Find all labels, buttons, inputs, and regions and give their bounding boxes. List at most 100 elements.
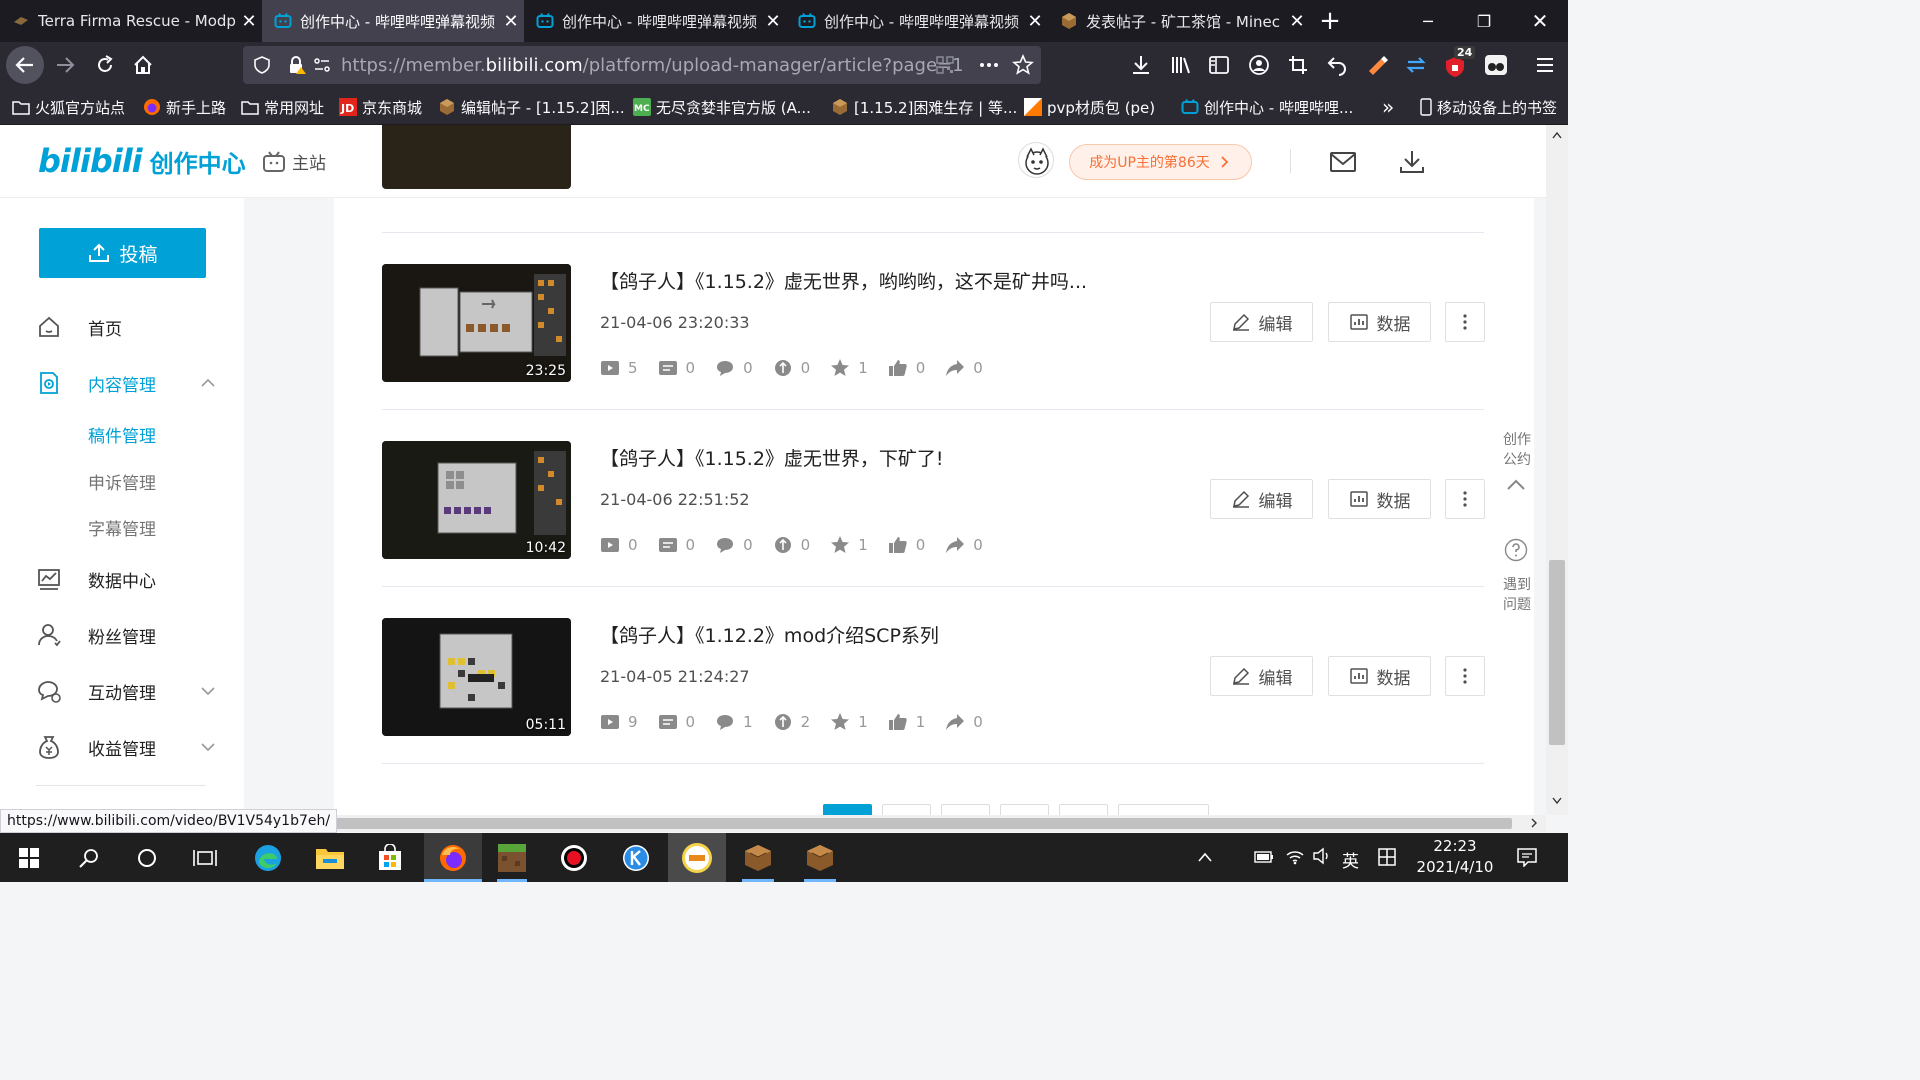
video-title[interactable]: 【鸽子人】《1.12.2》mod介绍SCP系列 bbox=[600, 621, 939, 648]
submenu-subtitle[interactable]: 字幕管理 bbox=[88, 515, 156, 540]
data-button[interactable]: 数据 bbox=[1328, 656, 1431, 696]
launcher-app[interactable] bbox=[680, 841, 714, 875]
url-text[interactable]: https://member.bilibili.com/platform/upl… bbox=[341, 55, 964, 76]
video-thumbnail[interactable]: 10:42 bbox=[382, 441, 571, 559]
sidebar-item-content[interactable]: 内容管理 bbox=[36, 368, 216, 398]
more-button[interactable] bbox=[1445, 479, 1485, 519]
help-link[interactable]: 遇到 问题 bbox=[1500, 575, 1534, 615]
tab-bilibili-active[interactable]: 创作中心 - 哔哩哔哩弹幕视频 ✕ bbox=[262, 0, 524, 42]
more-button[interactable] bbox=[1445, 302, 1485, 342]
bookmark-common-sites[interactable]: 常用网址 bbox=[241, 96, 324, 118]
pagination-current[interactable] bbox=[823, 804, 872, 815]
sidebar-toggle-icon[interactable] bbox=[1208, 54, 1230, 76]
wifi-icon[interactable] bbox=[1285, 847, 1305, 865]
submenu-appeal[interactable]: 申诉管理 bbox=[88, 469, 156, 494]
crafting-app-1[interactable] bbox=[741, 841, 775, 875]
battery-icon[interactable] bbox=[1254, 849, 1274, 865]
close-icon[interactable]: ✕ bbox=[1022, 11, 1048, 32]
task-view-button[interactable] bbox=[188, 841, 222, 875]
back-button[interactable] bbox=[6, 46, 44, 84]
minimize-button[interactable]: ─ bbox=[1400, 0, 1456, 42]
forward-button[interactable] bbox=[48, 48, 82, 82]
video-title[interactable]: 【鸽子人】《1.15.2》虚无世界，哟哟哟，这不是矿井吗... bbox=[600, 267, 1087, 294]
close-icon[interactable]: ✕ bbox=[1284, 11, 1310, 32]
new-tab-button[interactable]: + bbox=[1310, 0, 1350, 42]
system-clock[interactable]: 22:23 2021/4/10 bbox=[1415, 836, 1495, 878]
ime-language[interactable]: 英 bbox=[1342, 847, 1359, 872]
pagination-item[interactable] bbox=[882, 804, 931, 815]
qr-code-icon[interactable] bbox=[936, 56, 954, 74]
tab-minecraft-forum[interactable]: 发表帖子 - 矿工茶馆 - Minec ✕ bbox=[1048, 0, 1310, 42]
extension-dark-icon[interactable] bbox=[1484, 54, 1508, 76]
crafting-app-2[interactable] bbox=[803, 841, 837, 875]
chevron-up-icon[interactable] bbox=[1197, 851, 1213, 863]
tab-terra-firma[interactable]: Terra Firma Rescue - Modp ✕ bbox=[0, 0, 262, 42]
url-bar[interactable]: https://member.bilibili.com/platform/upl… bbox=[243, 46, 1041, 84]
sidebar-item-interaction[interactable]: 互动管理 bbox=[36, 676, 216, 706]
firefox-app[interactable] bbox=[436, 841, 470, 875]
hamburger-menu-icon[interactable] bbox=[1534, 54, 1556, 76]
tab-bilibili-2[interactable]: 创作中心 - 哔哩哔哩弹幕视频 ✕ bbox=[524, 0, 786, 42]
undo-icon[interactable] bbox=[1326, 54, 1348, 76]
upload-button[interactable]: 投稿 bbox=[39, 228, 206, 278]
bookmark-hard-survival[interactable]: [1.15.2]困难生存 | 等... bbox=[831, 96, 1017, 118]
edit-button[interactable]: 编辑 bbox=[1210, 656, 1313, 696]
volume-icon[interactable] bbox=[1312, 847, 1332, 865]
more-button[interactable] bbox=[1445, 656, 1485, 696]
video-thumbnail[interactable]: 05:11 bbox=[382, 618, 571, 736]
main-site-link[interactable]: 主站 bbox=[262, 149, 326, 174]
sidebar-item-data[interactable]: 数据中心 bbox=[36, 564, 216, 594]
bookmark-edit-post[interactable]: 编辑帖子 - [1.15.2]困... bbox=[438, 96, 625, 118]
account-icon[interactable] bbox=[1248, 54, 1270, 76]
sidebar-item-fans[interactable]: 粉丝管理 bbox=[36, 620, 216, 650]
creator-center-logo[interactable]: bilibili 创作中心 bbox=[38, 139, 246, 183]
bookmark-bilibili-creator[interactable]: 创作中心 - 哔哩哔哩... bbox=[1181, 96, 1353, 118]
home-button[interactable] bbox=[126, 48, 160, 82]
edit-button[interactable]: 编辑 bbox=[1210, 302, 1313, 342]
scroll-down-arrow-icon[interactable] bbox=[1552, 797, 1562, 805]
download-icon[interactable] bbox=[1130, 54, 1152, 76]
sidebar-item-income[interactable]: 收益管理 bbox=[36, 732, 216, 762]
sync-icon[interactable] bbox=[1404, 54, 1428, 76]
extension-orange-icon[interactable] bbox=[1366, 54, 1388, 76]
help-icon[interactable] bbox=[1504, 538, 1528, 562]
search-button[interactable] bbox=[72, 841, 106, 875]
restore-button[interactable]: ❐ bbox=[1456, 0, 1512, 42]
scroll-right-arrow-icon[interactable] bbox=[1530, 818, 1538, 828]
bookmark-firefox-official[interactable]: 火狐官方站点 bbox=[12, 96, 125, 118]
close-icon[interactable]: ✕ bbox=[498, 11, 524, 32]
recorder-app[interactable] bbox=[557, 841, 591, 875]
notification-icon[interactable] bbox=[1516, 847, 1538, 867]
close-window-button[interactable]: ✕ bbox=[1512, 0, 1568, 42]
pagination-item[interactable] bbox=[1000, 804, 1049, 815]
permissions-icon[interactable] bbox=[313, 56, 331, 74]
close-icon[interactable]: ✕ bbox=[760, 11, 786, 32]
bookmark-jd[interactable]: JD 京东商城 bbox=[339, 96, 422, 118]
file-explorer-app[interactable] bbox=[313, 841, 347, 875]
submenu-manuscript[interactable]: 稿件管理 bbox=[88, 422, 156, 447]
edge-app[interactable] bbox=[251, 841, 285, 875]
reload-button[interactable] bbox=[88, 48, 122, 82]
bookmark-getting-started[interactable]: 新手上路 bbox=[143, 96, 226, 118]
store-app[interactable] bbox=[373, 841, 407, 875]
video-title[interactable]: 【鸽子人】《1.15.2》虚无世界，下矿了! bbox=[600, 444, 944, 471]
scrollbar-thumb[interactable] bbox=[1549, 560, 1565, 745]
screenshot-icon[interactable] bbox=[1287, 54, 1309, 76]
start-button[interactable] bbox=[12, 841, 46, 875]
kugou-app[interactable] bbox=[619, 841, 653, 875]
bookmark-mobile[interactable]: 移动设备上的书签 bbox=[1420, 96, 1557, 118]
video-thumbnail[interactable] bbox=[382, 125, 571, 189]
back-to-top-icon[interactable] bbox=[1504, 473, 1528, 497]
sidebar-item-home[interactable]: 首页 bbox=[36, 312, 216, 342]
creator-pledge-link[interactable]: 创作 公约 bbox=[1500, 430, 1534, 470]
vertical-scrollbar[interactable] bbox=[1546, 125, 1568, 815]
bookmark-pvp-pack[interactable]: pvp材质包 (pe) bbox=[1024, 96, 1155, 118]
more-actions-icon[interactable] bbox=[978, 56, 1000, 74]
edit-button[interactable]: 编辑 bbox=[1210, 479, 1313, 519]
library-icon[interactable] bbox=[1170, 54, 1192, 76]
video-thumbnail[interactable]: 23:25 bbox=[382, 264, 571, 382]
close-icon[interactable]: ✕ bbox=[236, 11, 262, 32]
cortana-button[interactable] bbox=[130, 841, 164, 875]
star-bookmark-icon[interactable] bbox=[1012, 54, 1034, 76]
bookmark-avaritia[interactable]: MC 无尽贪婪非官方版 (A... bbox=[633, 96, 811, 118]
